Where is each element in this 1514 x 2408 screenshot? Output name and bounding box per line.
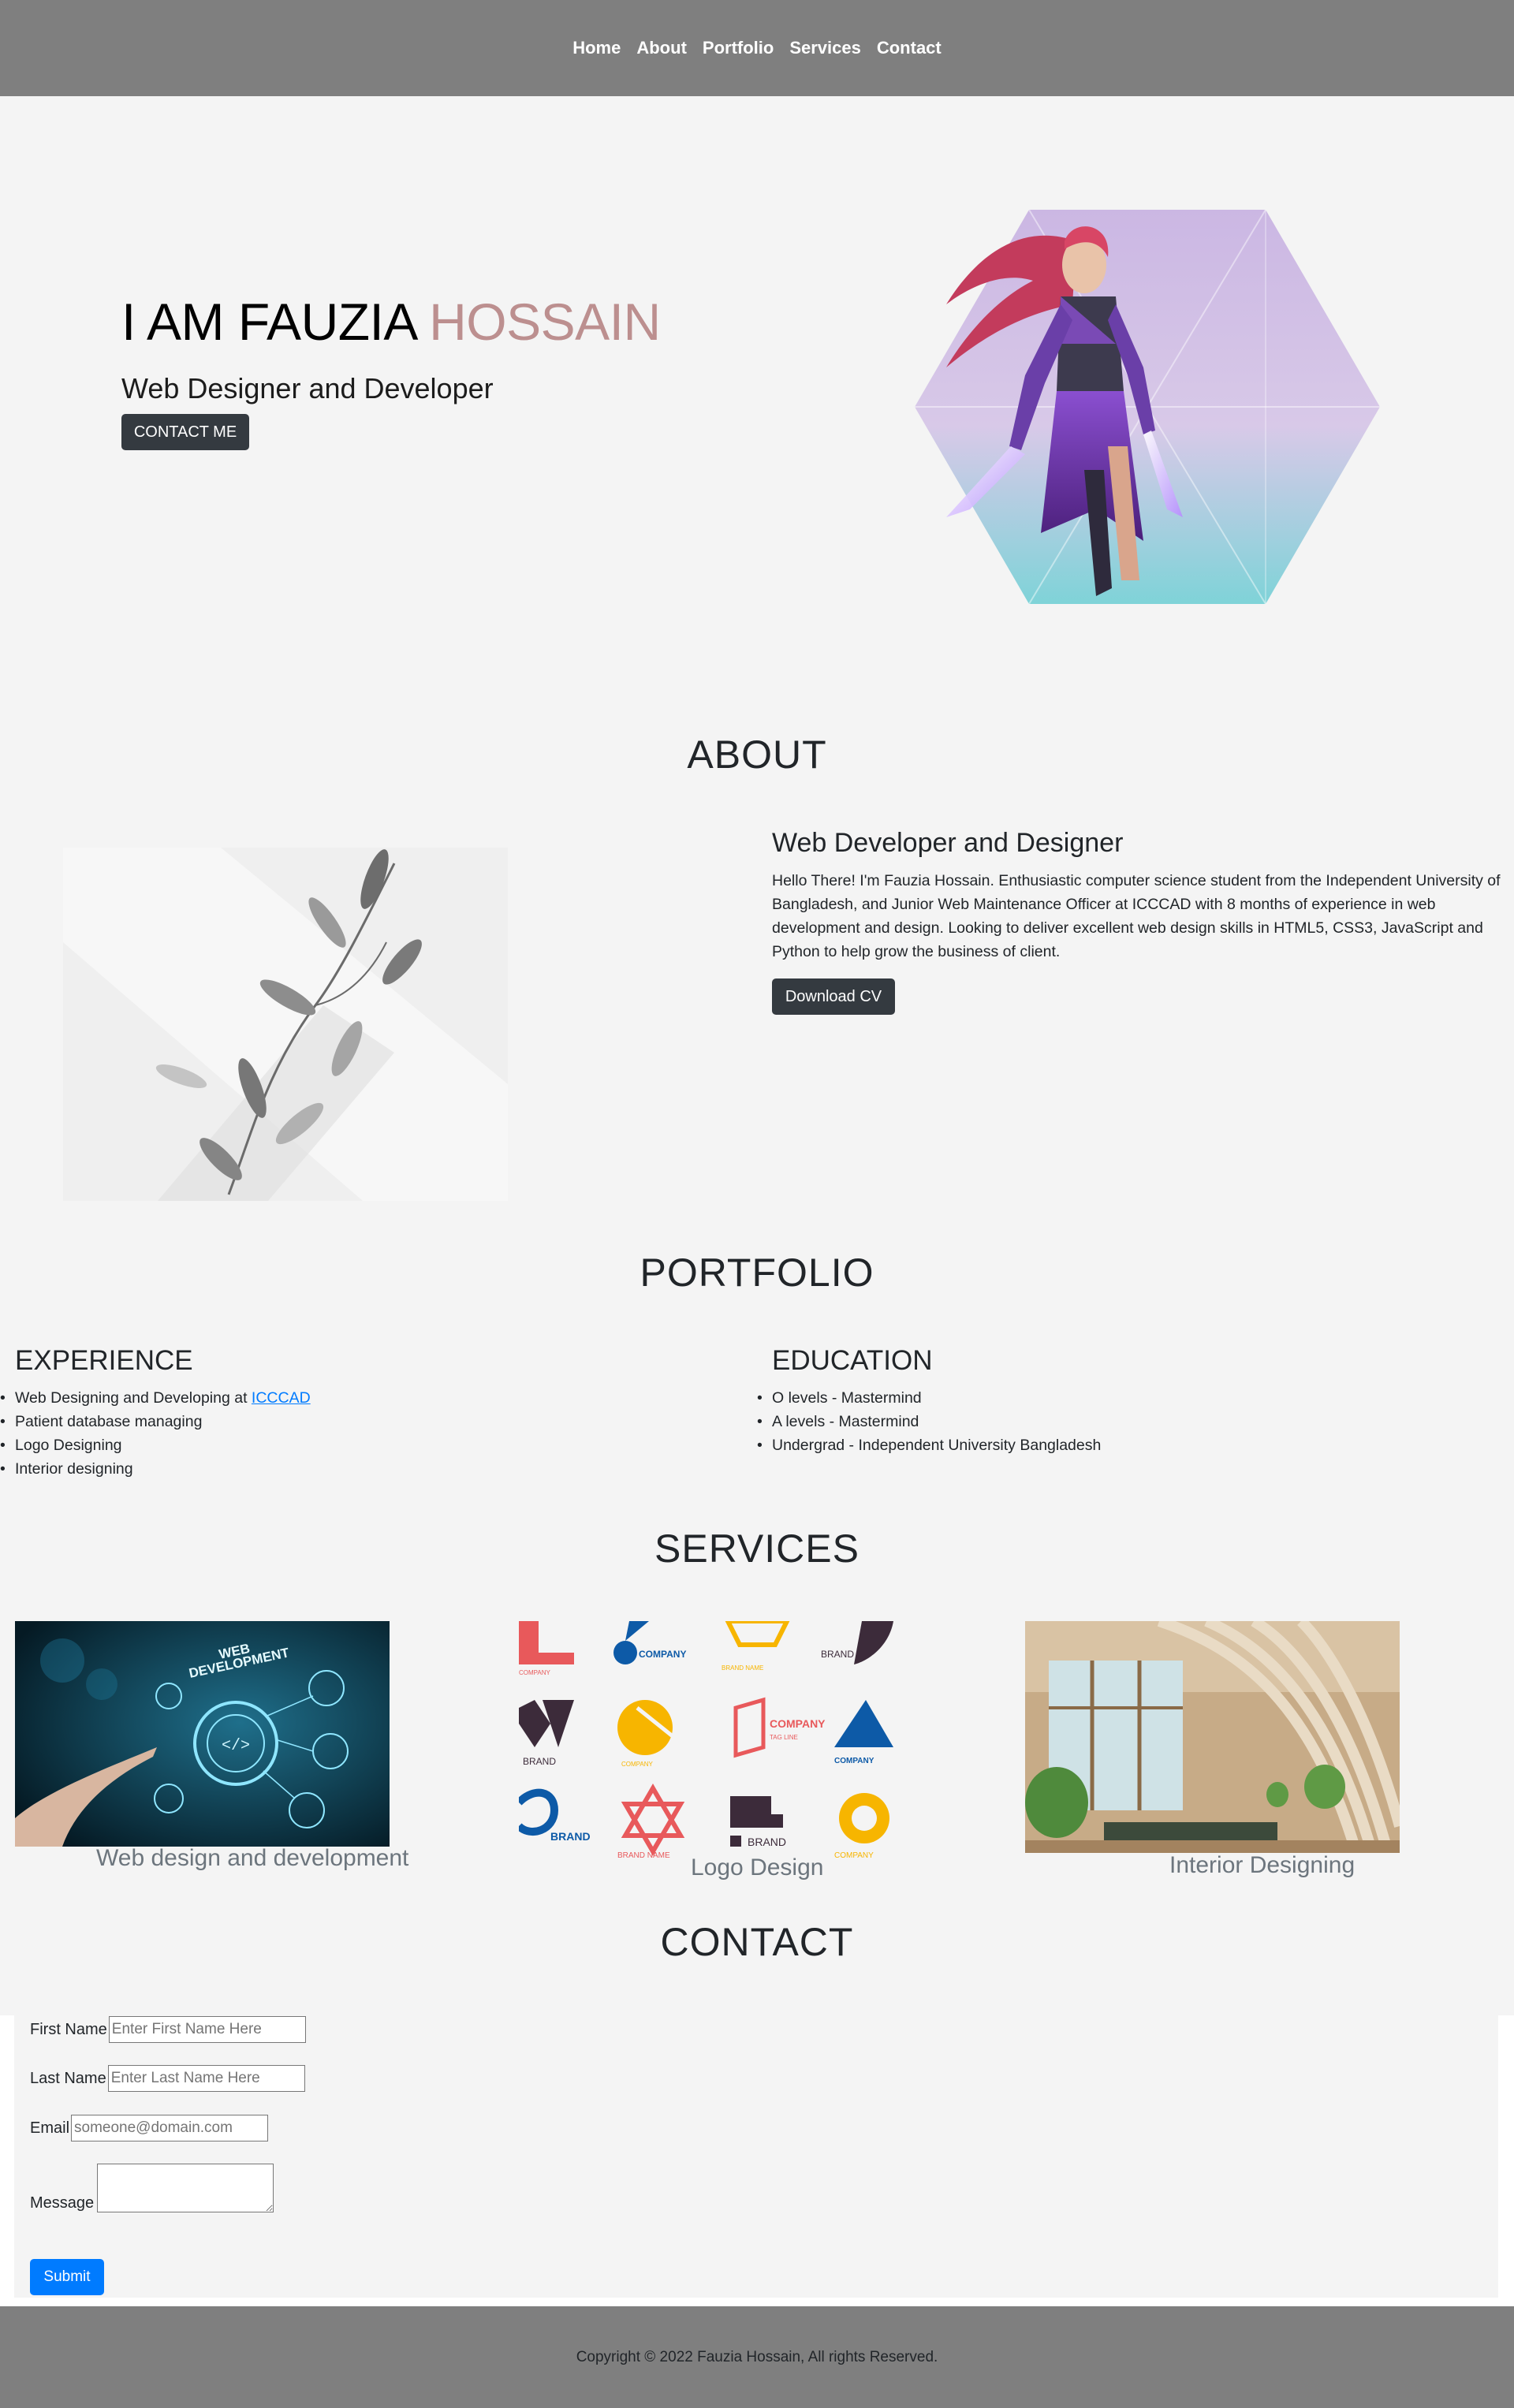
submit-button[interactable]: Submit	[30, 2259, 104, 2295]
email-field[interactable]	[71, 2115, 269, 2141]
contact-section-title: CONTACT	[660, 1920, 854, 1964]
svg-text:BRAND NAME: BRAND NAME	[617, 1851, 670, 1858]
svg-text:COMPANY: COMPANY	[834, 1757, 874, 1765]
last-name-label: Last Name	[30, 2069, 106, 2087]
svg-text:TAG LINE: TAG LINE	[770, 1734, 798, 1741]
services-section-title: SERVICES	[654, 1526, 860, 1571]
experience-item: Interior designing	[0, 1457, 311, 1481]
last-name-field[interactable]	[107, 2065, 305, 2092]
logo-design-image: COMPANY COMPANY BRAND NAME BRAND BRAND C…	[519, 1621, 893, 1858]
svg-text:BRAND: BRAND	[523, 1756, 556, 1767]
email-label: Email	[30, 2119, 70, 2137]
web-development-image: </> WEB DEVELOPMENT	[15, 1621, 390, 1847]
svg-text:COMPANY: COMPANY	[834, 1851, 874, 1858]
first-name-row: First Name	[30, 2016, 306, 2043]
svg-text:BRAND: BRAND	[748, 1836, 786, 1848]
message-field[interactable]	[97, 2164, 274, 2212]
contact-form	[14, 2015, 1498, 2298]
email-row: Email	[30, 2115, 269, 2141]
message-row: Message	[30, 2164, 274, 2212]
hero-title: I AM FAUZIA HOSSAIN	[121, 292, 661, 352]
svg-text:BRAND: BRAND	[821, 1649, 854, 1660]
education-list: O levels - Mastermind A levels - Masterm…	[757, 1386, 1101, 1457]
education-heading: EDUCATION	[772, 1345, 933, 1376]
top-navbar: Home About Portfolio Services Contact	[0, 0, 1514, 96]
experience-heading: EXPERIENCE	[15, 1345, 193, 1376]
experience-item: Web Designing and Developing at ICCCAD	[0, 1386, 311, 1410]
footer: Copyright © 2022 Fauzia Hossain, All rig…	[0, 2306, 1514, 2408]
service-caption-web: Web design and development	[96, 1845, 409, 1871]
experience-item: Patient database managing	[0, 1410, 311, 1433]
nav-link-contact[interactable]: Contact	[869, 38, 949, 58]
education-item: O levels - Mastermind	[757, 1386, 1101, 1410]
svg-text:BRAND NAME: BRAND NAME	[722, 1664, 763, 1672]
first-name-field[interactable]	[108, 2016, 306, 2043]
education-item: A levels - Mastermind	[757, 1410, 1101, 1433]
last-name-row: Last Name	[30, 2065, 305, 2092]
about-heading: Web Developer and Designer	[772, 828, 1124, 858]
education-item: Undergrad - Independent University Bangl…	[757, 1433, 1101, 1457]
service-caption-logo: Logo Design	[691, 1854, 824, 1881]
hero-subtitle: Web Designer and Developer	[121, 372, 494, 404]
about-description: Hello There! I'm Fauzia Hossain. Enthusi…	[772, 872, 1501, 960]
nav-link-about[interactable]: About	[628, 38, 695, 58]
contact-me-button[interactable]: CONTACT ME	[121, 414, 249, 450]
icccad-link[interactable]: ICCCAD	[252, 1389, 311, 1407]
nav-link-portfolio[interactable]: Portfolio	[695, 38, 781, 58]
svg-text:COMPANY: COMPANY	[621, 1761, 654, 1768]
experience-item: Logo Designing	[0, 1433, 311, 1457]
hero-title-surname: HOSSAIN	[429, 293, 661, 351]
download-cv-button[interactable]: Download CV	[772, 978, 895, 1015]
experience-item-text: Web Designing and Developing at	[15, 1389, 252, 1407]
first-name-label: First Name	[30, 2020, 107, 2038]
nav-link-services[interactable]: Services	[781, 38, 869, 58]
hero-title-name: I AM FAUZIA	[121, 293, 416, 351]
interior-design-image	[1025, 1621, 1400, 1853]
svg-text:COMPANY: COMPANY	[519, 1669, 551, 1676]
svg-text:COMPANY: COMPANY	[770, 1717, 826, 1730]
about-section-title: ABOUT	[687, 732, 827, 777]
message-label: Message	[30, 2194, 95, 2212]
portfolio-section-title: PORTFOLIO	[640, 1251, 874, 1295]
svg-text:</>: </>	[222, 1737, 250, 1755]
about-leaves-photo	[63, 848, 508, 1201]
svg-text:COMPANY: COMPANY	[639, 1649, 686, 1660]
hero-character-illustration	[915, 210, 1380, 604]
svg-text:BRAND: BRAND	[550, 1830, 591, 1843]
experience-list: Web Designing and Developing at ICCCAD P…	[0, 1386, 311, 1481]
service-caption-interior: Interior Designing	[1169, 1852, 1356, 1878]
nav-link-home[interactable]: Home	[565, 38, 628, 58]
copyright-text: Copyright © 2022 Fauzia Hossain, All rig…	[576, 2348, 938, 2365]
